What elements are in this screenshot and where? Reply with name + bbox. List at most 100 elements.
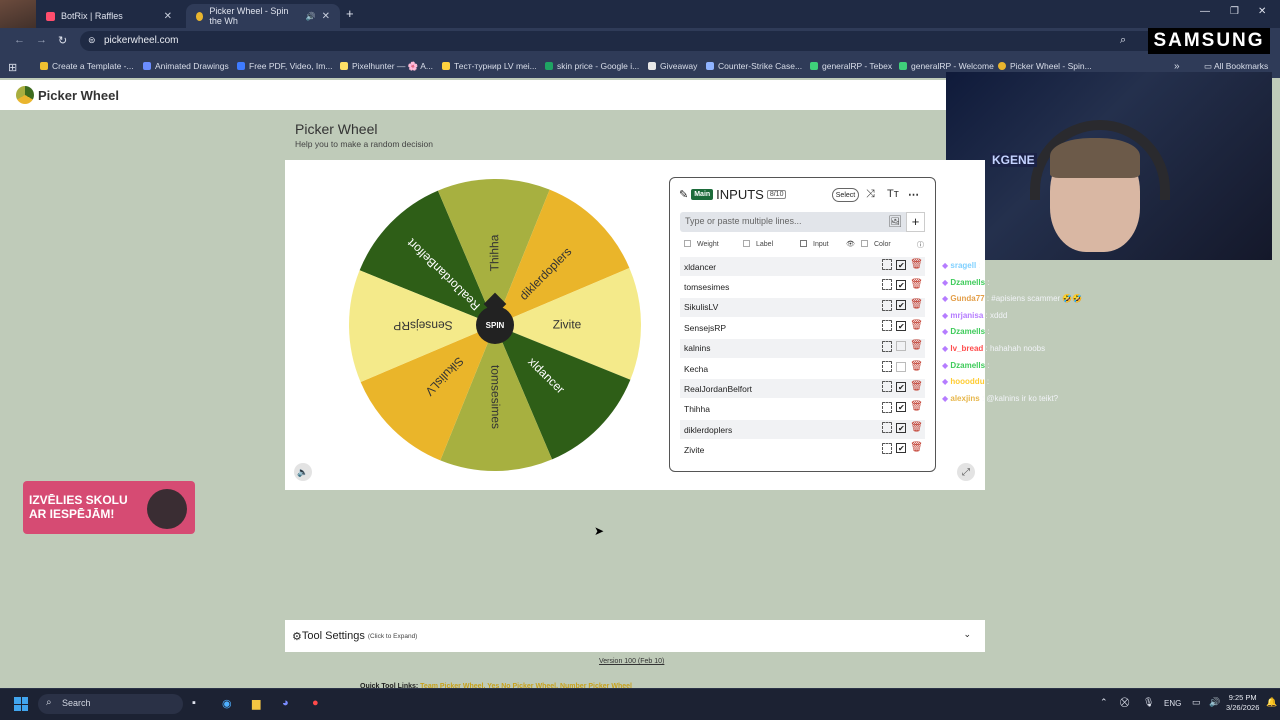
- checkbox[interactable]: [743, 240, 750, 247]
- copy-icon[interactable]: [882, 340, 893, 352]
- chat-username[interactable]: sragell: [950, 261, 976, 270]
- column-color[interactable]: Color: [861, 240, 891, 248]
- input-row[interactable]: xldancer ✔ 🗑: [680, 257, 925, 276]
- input-row[interactable]: RealJordanBelfort ✔ 🗑: [680, 379, 925, 399]
- close-window-icon[interactable]: ✕: [1258, 6, 1266, 17]
- chat-username[interactable]: lv_bread: [950, 344, 983, 353]
- text-size-icon[interactable]: Tт: [887, 188, 899, 200]
- trash-icon[interactable]: 🗑: [910, 381, 923, 392]
- trash-icon[interactable]: 🗑: [910, 300, 923, 310]
- bookmark-item[interactable]: Giveaway: [648, 61, 697, 71]
- forward-icon[interactable]: →: [36, 34, 47, 46]
- copy-icon[interactable]: [882, 422, 893, 434]
- info-icon[interactable]: ⓘ: [917, 240, 924, 250]
- close-icon[interactable]: ✕: [322, 11, 330, 22]
- chat-username[interactable]: Dzamells: [950, 327, 985, 336]
- row-checkbox[interactable]: [896, 341, 907, 352]
- input-row[interactable]: tomsesimes ✔ 🗑: [680, 277, 925, 296]
- tool-settings-bar[interactable]: ⚙ Tool Settings (Click to Expand) ⌄: [285, 620, 985, 652]
- language-indicator[interactable]: ENG: [1164, 699, 1181, 708]
- volume-icon[interactable]: 🔊: [1209, 697, 1220, 708]
- back-icon[interactable]: ←: [14, 34, 25, 46]
- trash-icon[interactable]: 🗑: [910, 341, 923, 351]
- chrome-icon[interactable]: ◉: [222, 697, 232, 710]
- copy-icon[interactable]: [882, 401, 893, 413]
- add-entry-button[interactable]: +: [906, 212, 925, 232]
- row-checkbox[interactable]: ✔: [896, 422, 907, 433]
- apps-icon[interactable]: ⊞: [8, 61, 17, 74]
- school-ad-banner[interactable]: IZVĒLIES SKOLU AR IESPĒJĀM!: [23, 481, 195, 534]
- bookmark-item[interactable]: Create a Template -...: [40, 61, 134, 71]
- trash-icon[interactable]: 🗑: [910, 422, 923, 433]
- task-view-icon[interactable]: ▪: [192, 697, 196, 709]
- copy-icon[interactable]: [882, 381, 893, 393]
- chevron-right-icon[interactable]: »: [1174, 61, 1180, 72]
- shuffle-icon[interactable]: ⤨: [866, 188, 875, 201]
- taskbar-search[interactable]: Search: [38, 694, 183, 714]
- reload-icon[interactable]: ↻: [58, 34, 67, 47]
- speaker-icon[interactable]: 🔈: [294, 463, 312, 481]
- site-logo[interactable]: Picker Wheel: [16, 86, 119, 104]
- row-checkbox[interactable]: [896, 361, 907, 372]
- chat-username[interactable]: Dzamells: [950, 361, 985, 370]
- chat-username[interactable]: mrjanisa: [950, 311, 983, 320]
- checkbox[interactable]: [684, 240, 691, 247]
- input-row[interactable]: SensejsRP ✔ 🗑: [680, 318, 925, 337]
- bookmark-item[interactable]: Picker Wheel - Spin...: [998, 61, 1092, 71]
- trash-icon[interactable]: 🗑: [910, 361, 923, 372]
- bookmark-item[interactable]: Free PDF, Video, Im...: [237, 61, 332, 71]
- trash-icon[interactable]: 🗑: [910, 320, 923, 331]
- row-checkbox[interactable]: ✔: [896, 300, 907, 311]
- chevron-down-icon[interactable]: ⌄: [963, 629, 971, 640]
- maximize-icon[interactable]: ❐: [1230, 6, 1239, 17]
- chat-username[interactable]: hoooddu: [950, 377, 984, 386]
- bookmark-item[interactable]: Pixelhunter — 🌸 A...: [340, 61, 433, 72]
- chat-username[interactable]: Dzamells: [950, 278, 985, 287]
- mic-icon[interactable]: 🎙: [1143, 697, 1154, 708]
- explorer-icon[interactable]: ▆: [252, 697, 260, 710]
- version-link[interactable]: Version 100 (Feb 10): [599, 658, 664, 665]
- bookmark-item[interactable]: Animated Drawings: [143, 61, 229, 71]
- bookmark-item[interactable]: generalRP - Welcome: [899, 61, 994, 71]
- trash-icon[interactable]: 🗑: [910, 402, 923, 412]
- more-icon[interactable]: ⋯: [908, 188, 919, 201]
- copy-icon[interactable]: [882, 279, 893, 291]
- notification-icon[interactable]: 🔔: [1266, 697, 1277, 708]
- chevron-up-icon[interactable]: ⌃: [1100, 697, 1108, 708]
- copy-icon[interactable]: [882, 299, 893, 311]
- row-checkbox[interactable]: ✔: [896, 402, 907, 413]
- input-row[interactable]: SikulisLV ✔ 🗑: [680, 297, 925, 317]
- all-bookmarks[interactable]: ▭ All Bookmarks: [1204, 61, 1268, 72]
- checkbox[interactable]: [800, 240, 807, 247]
- display-icon[interactable]: ▭: [1192, 697, 1201, 708]
- copy-icon[interactable]: [882, 259, 893, 270]
- checkbox[interactable]: [861, 240, 868, 247]
- input-row[interactable]: Zivite ✔ 🗑: [680, 441, 925, 460]
- spin-button[interactable]: SPIN: [476, 306, 514, 344]
- input-row[interactable]: Kecha 🗑: [680, 359, 925, 378]
- app-icon[interactable]: ●: [312, 697, 319, 709]
- bookmark-item[interactable]: generalRP - Tebex: [810, 61, 892, 71]
- url-input[interactable]: pickerwheel.com: [80, 31, 1160, 51]
- row-checkbox[interactable]: ✔: [896, 279, 907, 290]
- bookmark-item[interactable]: Тест-турнир LV mei...: [442, 61, 537, 71]
- row-checkbox[interactable]: ✔: [896, 320, 907, 331]
- select-button[interactable]: Select: [832, 188, 859, 202]
- chat-username[interactable]: alexjins: [950, 394, 979, 403]
- system-clock[interactable]: 9:25 PM 3/26/2026: [1226, 693, 1259, 713]
- bookmark-item[interactable]: skin price - Google i...: [545, 61, 639, 71]
- tab-botrix[interactable]: BotRix | Raffles ✕: [36, 4, 182, 28]
- input-row[interactable]: diklerdoplers ✔ 🗑: [680, 420, 925, 440]
- trash-icon[interactable]: 🗑: [910, 279, 923, 290]
- tab-picker-wheel[interactable]: Picker Wheel - Spin the Wh 🔊 ✕: [186, 4, 340, 28]
- site-info-icon[interactable]: ⊜: [88, 35, 96, 46]
- zoom-icon[interactable]: ⌕: [1120, 34, 1126, 47]
- new-tab-button[interactable]: +: [346, 6, 354, 21]
- expand-icon[interactable]: ⤢: [957, 463, 975, 481]
- row-checkbox[interactable]: ✔: [896, 259, 907, 270]
- copy-icon[interactable]: [882, 361, 893, 372]
- copy-icon[interactable]: [882, 320, 893, 332]
- close-icon[interactable]: ✕: [164, 11, 172, 22]
- eye-icon[interactable]: 👁: [846, 240, 855, 248]
- trash-icon[interactable]: 🗑: [910, 443, 923, 453]
